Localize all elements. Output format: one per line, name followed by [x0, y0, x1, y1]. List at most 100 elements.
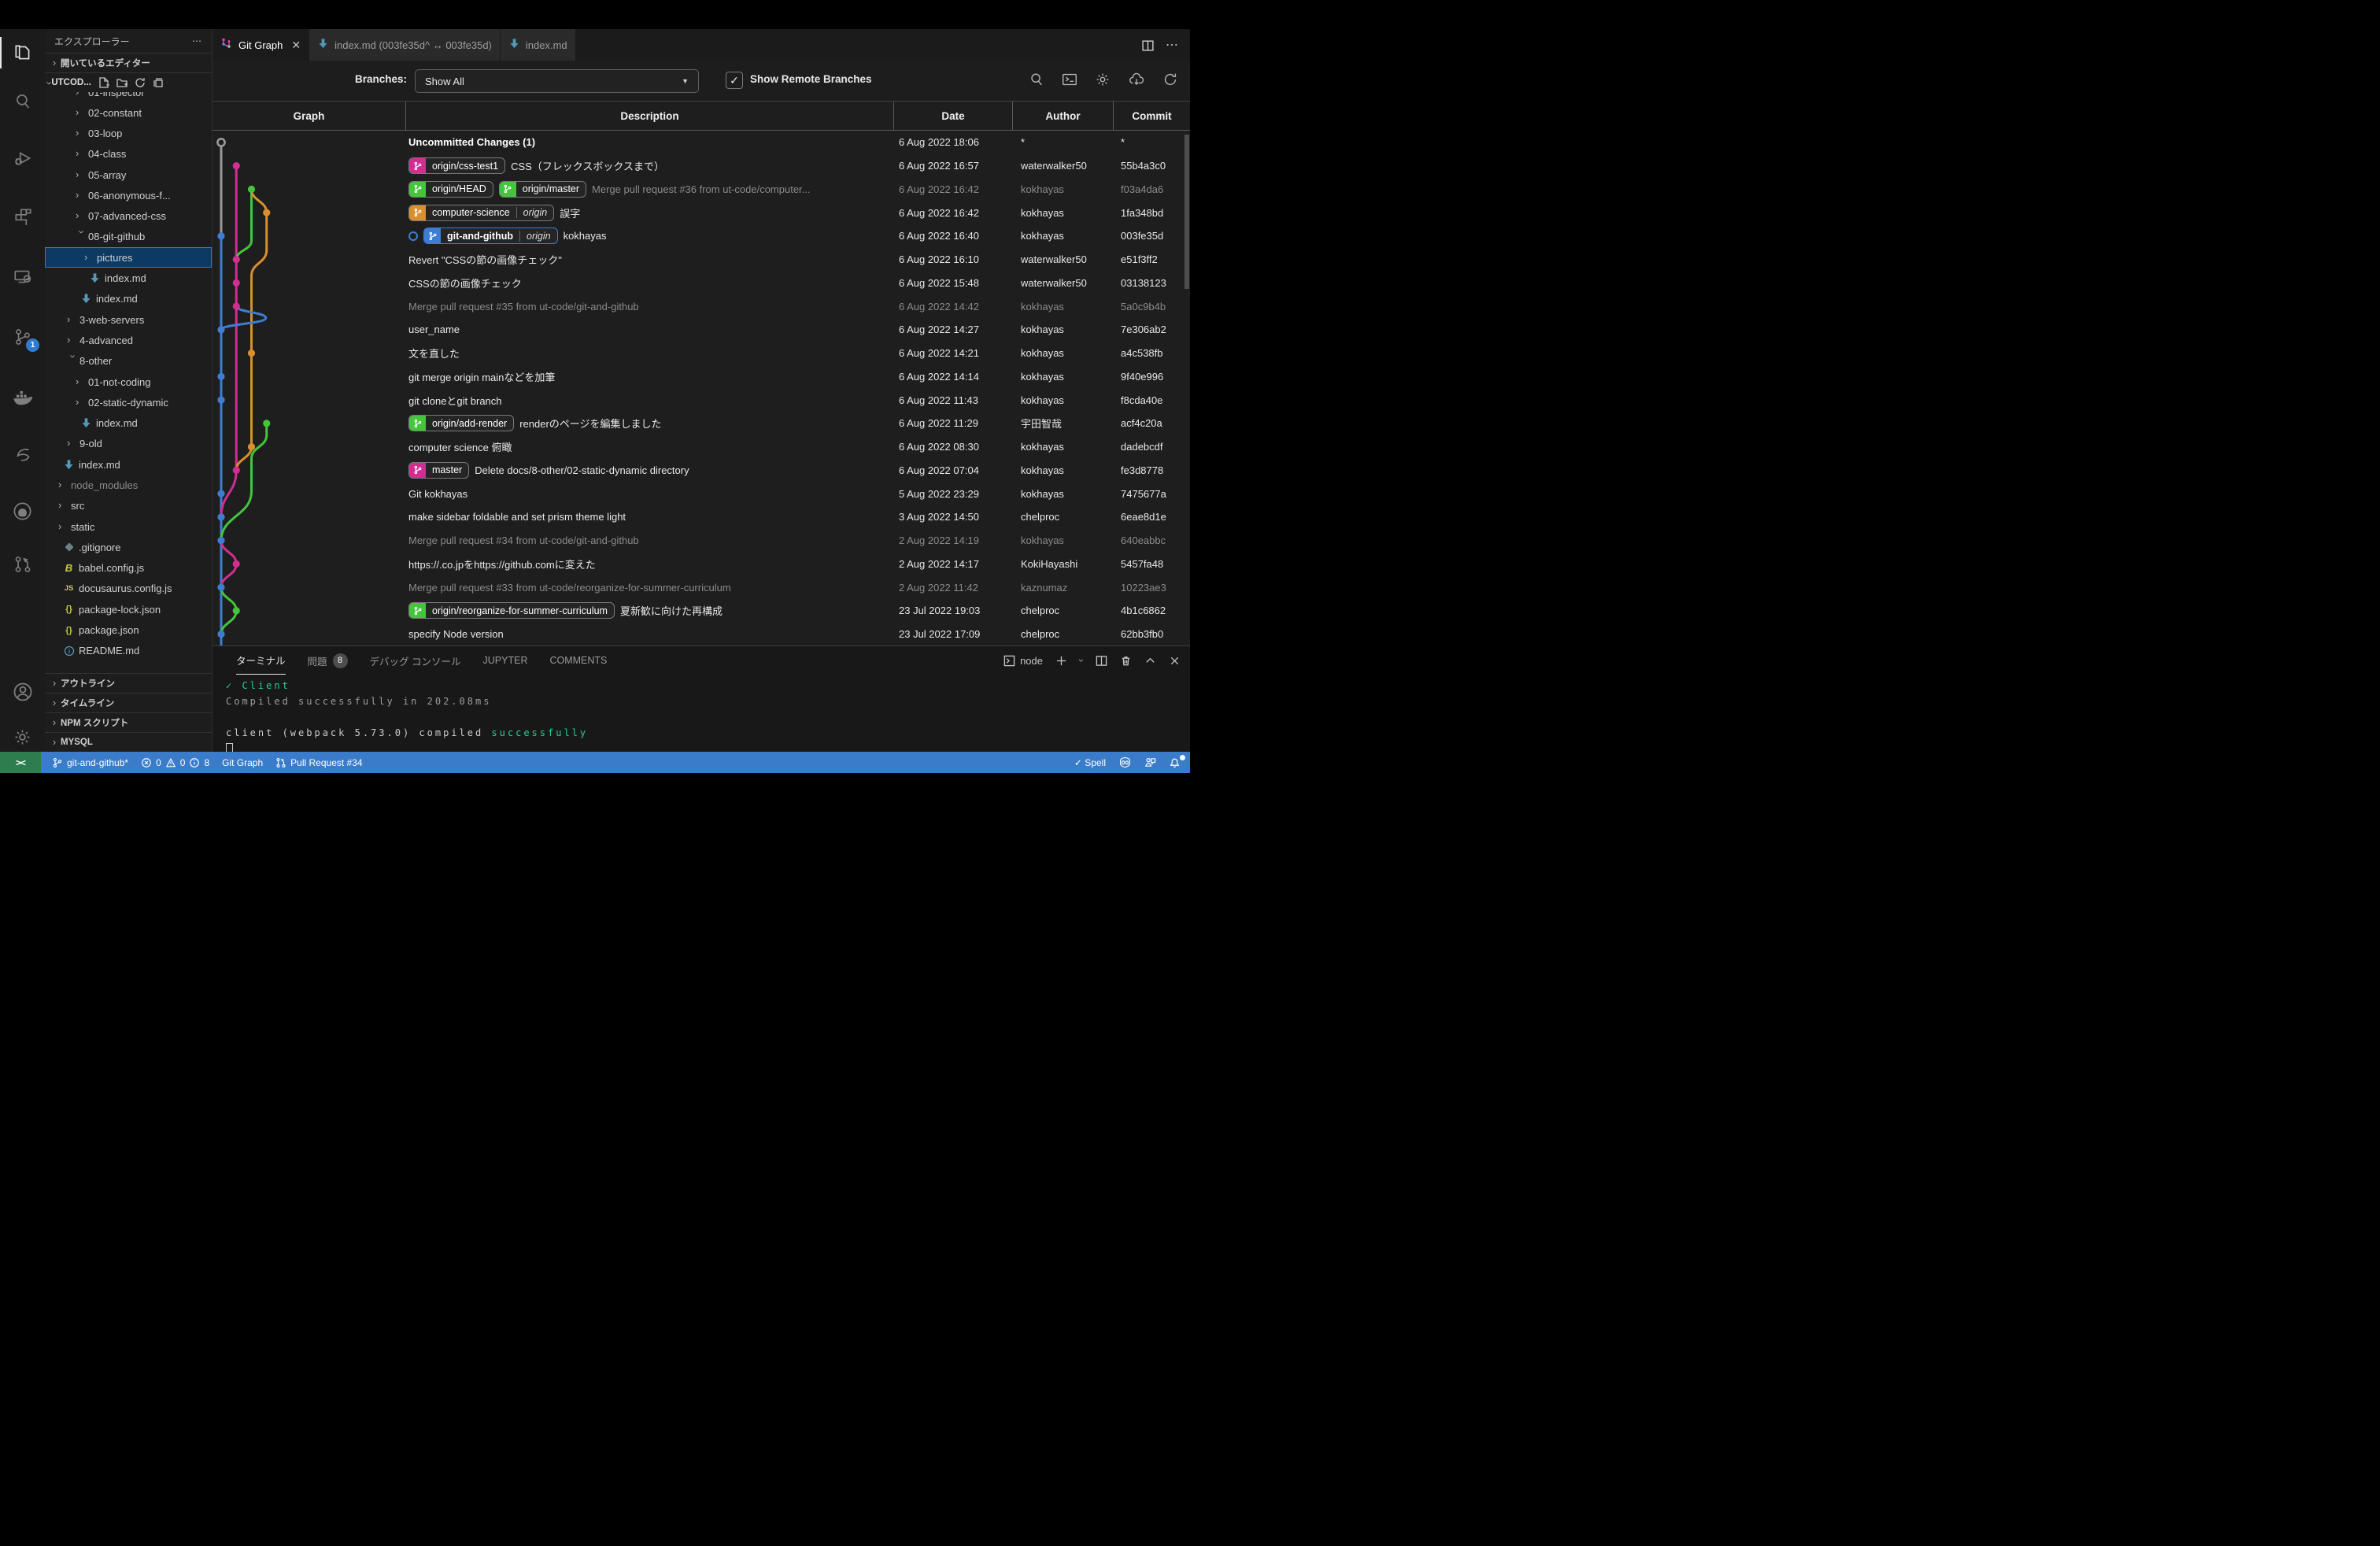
tree-folder-src[interactable]: ›src: [45, 496, 212, 516]
docker-icon[interactable]: [0, 377, 45, 418]
commit-row[interactable]: make sidebar foldable and set prism them…: [213, 505, 1190, 529]
tree-file-babel-config-js[interactable]: Bbabel.config.js: [45, 558, 212, 579]
tree-folder-3-web-servers[interactable]: ›3-web-servers: [45, 309, 212, 330]
commit-row[interactable]: origin/HEADorigin/masterMerge pull reque…: [213, 178, 1190, 202]
panel-tab--[interactable]: 問題8: [308, 646, 348, 675]
commit-row[interactable]: git merge origin mainなどを加筆6 Aug 2022 14:…: [213, 365, 1190, 389]
mysql-section[interactable]: ›MYSQL: [45, 732, 212, 752]
commit-row[interactable]: git-and-githuboriginkokhayas6 Aug 2022 1…: [213, 224, 1190, 248]
tree-folder-07-advanced-css[interactable]: ›07-advanced-css: [45, 205, 212, 226]
tree-folder-06-anonymous-f-[interactable]: ›06-anonymous-f...: [45, 185, 212, 205]
refresh-explorer-icon[interactable]: [134, 76, 146, 89]
tree-file--gitignore[interactable]: .gitignore: [45, 537, 212, 557]
split-terminal-icon[interactable]: [1096, 655, 1107, 667]
sidebar-more-icon[interactable]: ⋯: [192, 35, 202, 46]
open-editors-section[interactable]: ›開いているエディター: [45, 53, 212, 72]
refresh-icon[interactable]: [1162, 71, 1179, 88]
pull-request-status-item[interactable]: Pull Request #34: [269, 752, 368, 773]
branch-badge-origin-reorganize-for-summer-curriculum[interactable]: origin/reorganize-for-summer-curriculum: [408, 602, 615, 619]
extensions-icon[interactable]: [0, 196, 45, 237]
terminal-output[interactable]: ✓ Client Compiled successfully in 202.08…: [226, 678, 1182, 750]
tree-file-docusaurus-config-js[interactable]: JSdocusaurus.config.js: [45, 579, 212, 599]
commit-row[interactable]: https://.co.jpをhttps://github.comに変えた2 A…: [213, 553, 1190, 576]
cloud-download-icon[interactable]: [1127, 71, 1146, 88]
maximize-panel-icon[interactable]: [1144, 655, 1156, 667]
tab-index-md-2[interactable]: index.md: [501, 29, 576, 61]
new-terminal-icon[interactable]: [1055, 655, 1067, 667]
source-control-icon[interactable]: 1: [0, 316, 45, 357]
tree-file-package-json[interactable]: {}package.json: [45, 620, 212, 640]
commit-row[interactable]: Merge pull request #35 from ut-code/git-…: [213, 294, 1190, 318]
search-icon[interactable]: [0, 81, 45, 122]
commit-row[interactable]: computer science 俯瞰6 Aug 2022 08:30kokha…: [213, 435, 1190, 459]
commit-row[interactable]: 文を直した6 Aug 2022 14:21kokhayasa4c538fb: [213, 342, 1190, 365]
tree-folder-8-other[interactable]: ›8-other: [45, 351, 212, 372]
commit-row[interactable]: git cloneとgit branch6 Aug 2022 11:43kokh…: [213, 388, 1190, 412]
tree-file-index-md[interactable]: index.md: [45, 454, 212, 475]
panel-tab-jupyter[interactable]: JUPYTER: [483, 646, 528, 675]
commit-row[interactable]: computer-scienceorigin誤字6 Aug 2022 16:42…: [213, 201, 1190, 224]
npm-scripts-section[interactable]: ›NPM スクリプト: [45, 712, 212, 732]
feedback-icon[interactable]: [1138, 752, 1162, 773]
notifications-bell-icon[interactable]: [1162, 752, 1187, 773]
remote-indicator[interactable]: ><: [0, 752, 41, 773]
split-editor-icon[interactable]: [1141, 39, 1155, 52]
tree-file-readme-md[interactable]: README.md: [45, 641, 212, 661]
branch-badge-origin-add-render[interactable]: origin/add-render: [408, 415, 514, 431]
close-icon[interactable]: ✕: [291, 39, 301, 52]
commit-row[interactable]: origin/add-renderrenderのページを編集しました6 Aug …: [213, 412, 1190, 435]
find-commit-icon[interactable]: [1028, 71, 1045, 88]
tree-file-index-md[interactable]: index.md: [45, 289, 212, 309]
branches-dropdown[interactable]: Show All ▼: [415, 69, 699, 93]
tree-folder-9-old[interactable]: ›9-old: [45, 434, 212, 454]
branch-badge-origin-head[interactable]: origin/HEAD: [408, 181, 493, 198]
tree-folder-node-modules[interactable]: ›node_modules: [45, 475, 212, 495]
tree-folder-static[interactable]: ›static: [45, 516, 212, 537]
copilot-icon[interactable]: [1112, 752, 1138, 773]
vertical-scrollbar[interactable]: [1184, 135, 1189, 289]
workspace-header[interactable]: › UTCOD...: [45, 72, 212, 92]
terminal-dropdown-icon[interactable]: ›: [1076, 659, 1087, 662]
tree-folder-pictures[interactable]: ›pictures: [45, 247, 212, 268]
panel-tab--[interactable]: デバッグ コンソール: [370, 646, 461, 675]
new-file-icon[interactable]: [98, 76, 110, 89]
problems-indicator[interactable]: 0 0 8: [135, 752, 216, 773]
panel-tab--[interactable]: ターミナル: [236, 646, 286, 675]
branch-badge-master[interactable]: master: [408, 462, 469, 479]
show-remote-branches-checkbox[interactable]: ✓: [726, 72, 743, 89]
commit-row[interactable]: Revert "CSSの節の画像チェック"6 Aug 2022 16:10wat…: [213, 248, 1190, 272]
outline-section[interactable]: ›アウトライン: [45, 673, 212, 693]
col-author[interactable]: Author: [1013, 102, 1114, 130]
commit-row[interactable]: Merge pull request #34 from ut-code/git-…: [213, 529, 1190, 553]
tree-folder-05-array[interactable]: ›05-array: [45, 165, 212, 185]
github-pr-icon[interactable]: [0, 544, 45, 585]
account-icon[interactable]: [0, 671, 45, 712]
git-graph-status-item[interactable]: Git Graph: [216, 752, 269, 773]
commit-row[interactable]: Uncommitted Changes (1)6 Aug 2022 18:06*…: [213, 131, 1190, 154]
commit-row[interactable]: origin/reorganize-for-summer-curriculum夏…: [213, 599, 1190, 623]
commit-row[interactable]: CSSの節の画像チェック6 Aug 2022 15:48waterwalker5…: [213, 272, 1190, 295]
collapse-all-icon[interactable]: [152, 76, 164, 89]
editor-more-icon[interactable]: ⋯: [1166, 37, 1179, 53]
gear-icon[interactable]: [1094, 71, 1111, 88]
col-commit[interactable]: Commit: [1114, 102, 1190, 130]
tree-file-index-md[interactable]: index.md: [45, 412, 212, 433]
spell-checker-item[interactable]: ✓ Spell: [1068, 752, 1112, 773]
col-date[interactable]: Date: [894, 102, 1013, 130]
tree-folder-03-loop[interactable]: ›03-loop: [45, 123, 212, 143]
branch-badge-git-and-github[interactable]: git-and-githuborigin: [423, 227, 558, 244]
remote-explorer-icon[interactable]: [0, 256, 45, 297]
panel-tab-comments[interactable]: COMMENTS: [549, 646, 607, 675]
col-description[interactable]: Description: [406, 102, 894, 130]
tree-folder-04-class[interactable]: ›04-class: [45, 144, 212, 165]
tree-folder-02-static-dynamic[interactable]: ›02-static-dynamic: [45, 392, 212, 412]
terminal-instance[interactable]: node: [1003, 655, 1043, 667]
tree-file-package-lock-json[interactable]: {}package-lock.json: [45, 599, 212, 620]
commit-row[interactable]: specify Node version23 Jul 2022 17:09che…: [213, 623, 1190, 645]
col-graph[interactable]: Graph: [213, 102, 406, 130]
curved-arrow-extension-icon[interactable]: [0, 435, 45, 475]
tree-folder-4-advanced[interactable]: ›4-advanced: [45, 330, 212, 350]
commit-row[interactable]: Merge pull request #33 from ut-code/reor…: [213, 575, 1190, 599]
tree-folder-01-not-coding[interactable]: ›01-not-coding: [45, 372, 212, 392]
github-icon[interactable]: [0, 490, 45, 531]
